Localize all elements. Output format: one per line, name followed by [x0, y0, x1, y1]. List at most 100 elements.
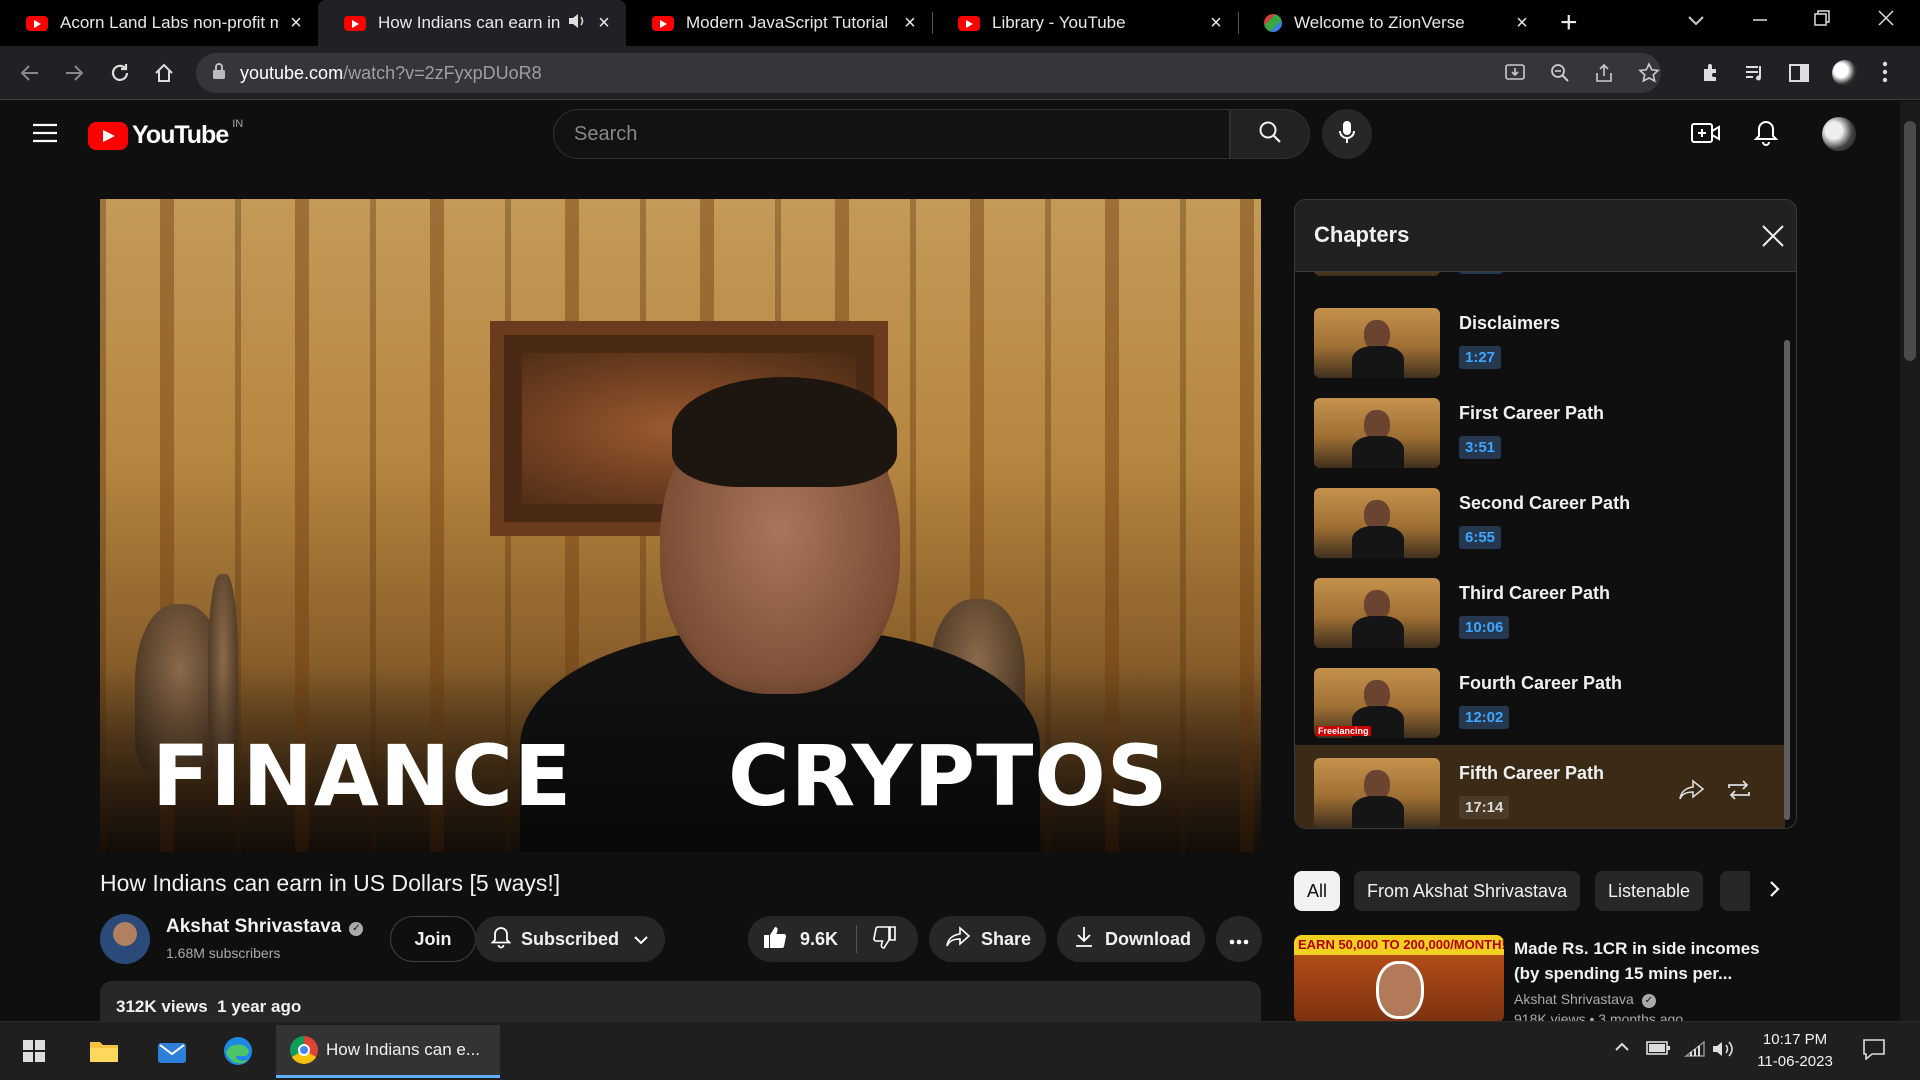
- chapter-item[interactable]: Third Career Path 10:06: [1295, 565, 1785, 655]
- recommended-video-thumbnail[interactable]: EARN 50,000 TO 200,000/MONTH!: [1294, 935, 1504, 1023]
- chapter-item-current[interactable]: Fifth Career Path 17:14: [1295, 745, 1785, 828]
- page-scrollbar-thumb[interactable]: [1904, 121, 1916, 361]
- chip-listenable[interactable]: Listenable: [1595, 871, 1704, 911]
- chapter-timestamp[interactable]: 12:02: [1459, 706, 1510, 729]
- system-clock[interactable]: 10:17 PM 11-06-2023: [1740, 1029, 1850, 1073]
- close-icon[interactable]: ×: [286, 12, 306, 35]
- channel-name[interactable]: Akshat Shrivastava ✓: [166, 916, 364, 938]
- tab-current-video[interactable]: How Indians can earn in U ×: [318, 0, 626, 46]
- chapters-title: Chapters: [1314, 222, 1410, 247]
- chevron-right-icon: [1769, 880, 1781, 903]
- youtube-icon: [26, 15, 48, 31]
- chapter-item[interactable]: Disclaimers 1:27: [1295, 295, 1785, 385]
- youtube-masthead: YouTube IN Search: [0, 101, 1900, 167]
- share-page-icon[interactable]: [1594, 63, 1614, 88]
- new-tab-button[interactable]: +: [1560, 6, 1578, 40]
- chapter-item[interactable]: Freelancing Fourth Career Path 12:02: [1295, 655, 1785, 745]
- mail-app-icon[interactable]: [152, 1031, 192, 1071]
- chip-partial[interactable]: [1720, 871, 1750, 911]
- chapter-timestamp[interactable]: 6:55: [1459, 526, 1502, 549]
- subscribed-button[interactable]: Subscribed: [475, 916, 665, 962]
- forward-icon[interactable]: [58, 57, 90, 89]
- browser-toolbar: youtube.com/watch?v=2zFyxpDUoR8: [0, 46, 1920, 100]
- channel-avatar[interactable]: [100, 914, 150, 964]
- chapters-scrollbar[interactable]: [1784, 340, 1790, 820]
- notifications-bell-icon[interactable]: [1753, 119, 1779, 152]
- hamburger-menu-icon[interactable]: [32, 123, 58, 148]
- file-explorer-icon[interactable]: [84, 1031, 124, 1071]
- profile-avatar[interactable]: [1832, 60, 1858, 86]
- youtube-logo[interactable]: YouTube IN: [88, 118, 243, 150]
- more-actions-button[interactable]: [1216, 916, 1262, 962]
- chapter-item[interactable]: Second Career Path 6:55: [1295, 475, 1785, 565]
- restore-icon[interactable]: [1812, 8, 1832, 33]
- close-icon[interactable]: ×: [594, 12, 614, 35]
- chapter-timestamp[interactable]: 1:27: [1459, 346, 1502, 369]
- chapter-timestamp[interactable]: 10:06: [1459, 616, 1510, 639]
- zoom-icon[interactable]: [1550, 63, 1570, 88]
- minimize-icon[interactable]: [1750, 8, 1770, 33]
- side-panel-icon[interactable]: [1788, 62, 1810, 89]
- tab-js-tutorial[interactable]: Modern JavaScript Tutorial # ×: [626, 0, 932, 46]
- media-control-icon[interactable]: [1744, 62, 1766, 89]
- chip-all[interactable]: All: [1294, 871, 1341, 911]
- loop-chapter-icon[interactable]: [1725, 779, 1753, 806]
- chapter-title: Disclaimers: [1459, 313, 1561, 333]
- install-app-icon[interactable]: [1504, 63, 1526, 88]
- share-chapter-icon[interactable]: [1677, 779, 1705, 806]
- extensions-icon[interactable]: [1700, 62, 1722, 89]
- wifi-icon[interactable]: [1683, 1040, 1706, 1063]
- dislike-button[interactable]: [873, 925, 897, 954]
- close-icon[interactable]: ×: [1512, 12, 1532, 35]
- volume-icon[interactable]: [1712, 1039, 1736, 1064]
- back-icon[interactable]: [14, 57, 46, 89]
- close-icon[interactable]: [1761, 224, 1785, 253]
- tab-title: Acorn Land Labs non-profit m: [60, 13, 278, 32]
- tray-chevron-up-icon[interactable]: [1614, 1036, 1630, 1057]
- chapter-timestamp[interactable]: 17:14: [1459, 796, 1510, 819]
- verified-badge-icon: ✓: [349, 922, 364, 936]
- share-button[interactable]: Share: [929, 916, 1046, 962]
- home-icon[interactable]: [148, 57, 180, 89]
- search-input[interactable]: Search: [553, 109, 1230, 159]
- chapter-thumbnail: Freelancing: [1314, 668, 1440, 738]
- chapter-timestamp[interactable]: 3:51: [1459, 436, 1502, 459]
- recommended-channel[interactable]: Akshat Shrivastava ✓: [1514, 989, 1683, 1009]
- share-arrow-icon: [945, 925, 971, 953]
- tab-search-icon[interactable]: [1686, 10, 1706, 35]
- create-video-icon[interactable]: [1691, 121, 1721, 150]
- lock-icon[interactable]: [212, 62, 226, 84]
- tab-acorn[interactable]: Acorn Land Labs non-profit m ×: [0, 0, 318, 46]
- address-bar[interactable]: youtube.com/watch?v=2zFyxpDUoR8: [196, 53, 1661, 93]
- bell-icon: [490, 925, 512, 954]
- browser-menu-icon[interactable]: [1880, 60, 1890, 89]
- like-button[interactable]: 9.6K: [762, 925, 838, 954]
- taskbar-chrome-app[interactable]: How Indians can e...: [276, 1025, 500, 1078]
- battery-icon[interactable]: [1646, 1039, 1672, 1062]
- video-player[interactable]: FINANCE CRYPTOS: [100, 199, 1261, 852]
- edge-browser-icon[interactable]: [218, 1031, 258, 1071]
- page-scrollbar[interactable]: [1900, 101, 1920, 1021]
- search-button[interactable]: [1230, 109, 1310, 159]
- close-icon[interactable]: ×: [1206, 12, 1226, 35]
- notification-center-icon[interactable]: [1862, 1038, 1886, 1065]
- tab-library[interactable]: Library - YouTube ×: [932, 0, 1238, 46]
- speaker-icon[interactable]: [568, 13, 586, 33]
- chapter-item[interactable]: First Career Path 3:51: [1295, 385, 1785, 475]
- close-icon[interactable]: ×: [900, 12, 920, 35]
- recommended-video-title[interactable]: Made Rs. 1CR in side incomes (by spendin…: [1514, 936, 1784, 986]
- account-avatar[interactable]: [1822, 117, 1856, 151]
- chips-next-button[interactable]: [1750, 868, 1800, 914]
- download-button[interactable]: Download: [1057, 916, 1205, 962]
- presenter-hair: [672, 377, 897, 487]
- windows-start-icon[interactable]: [14, 1031, 54, 1071]
- close-window-icon[interactable]: [1876, 8, 1896, 33]
- chip-from-channel[interactable]: From Akshat Shrivastava: [1354, 871, 1581, 911]
- reload-icon[interactable]: [104, 57, 136, 89]
- tab-zionverse[interactable]: Welcome to ZionVerse ×: [1238, 0, 1544, 46]
- voice-search-button[interactable]: [1322, 109, 1372, 159]
- thumbnail-banner-text: EARN 50,000 TO 200,000/MONTH!: [1294, 935, 1504, 955]
- subscriber-count: 1.68M subscribers: [166, 945, 281, 961]
- join-button[interactable]: Join: [390, 916, 476, 962]
- bookmark-star-icon[interactable]: [1638, 62, 1660, 89]
